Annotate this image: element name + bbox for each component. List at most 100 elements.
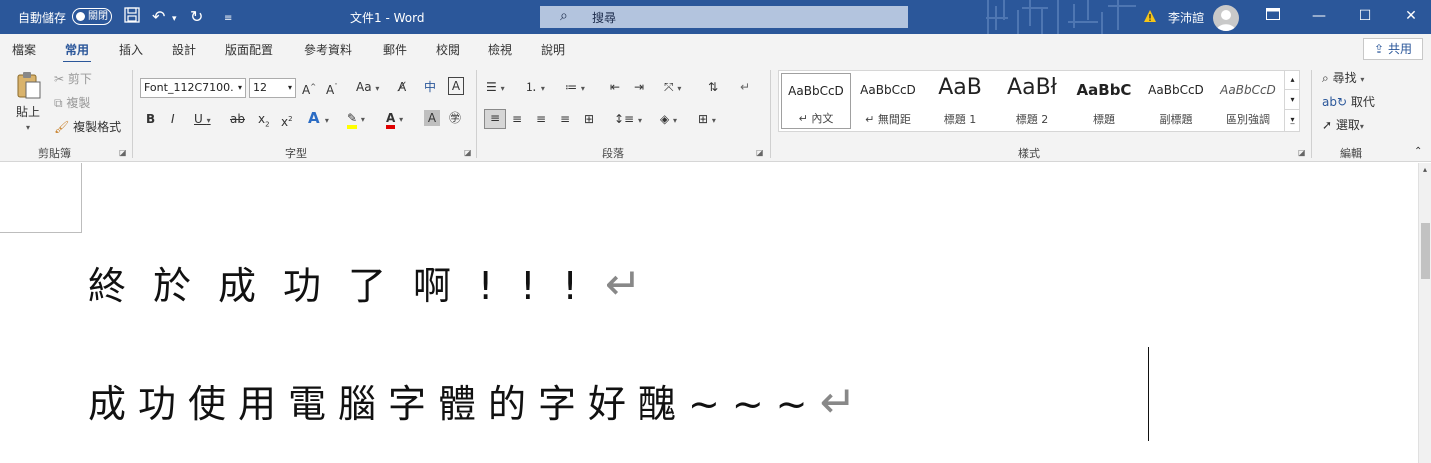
chevron-down-icon[interactable]: ▾ bbox=[1285, 90, 1300, 110]
underline-button[interactable]: U ▾ bbox=[194, 111, 211, 129]
align-left-button[interactable]: ≡ bbox=[484, 109, 506, 129]
grow-font-button[interactable]: A^ bbox=[302, 79, 316, 98]
document-title: 文件1 - Word bbox=[350, 11, 425, 25]
copy-button[interactable]: ⧉ 複製 bbox=[54, 95, 90, 111]
distributed-button[interactable]: ⊞ bbox=[584, 111, 594, 127]
paintbrush-icon: 🖌 bbox=[54, 120, 70, 134]
enclose-characters-icon[interactable]: ㊫ bbox=[449, 110, 461, 126]
style-heading-2[interactable]: AaBł 標題 2 bbox=[997, 73, 1067, 129]
cut-button[interactable]: ✂ 剪下 bbox=[54, 71, 92, 87]
avatar[interactable] bbox=[1213, 5, 1239, 31]
tab-file[interactable]: 檔案 bbox=[12, 41, 36, 58]
change-case-button[interactable]: Aa ▾ bbox=[356, 79, 379, 97]
document-canvas[interactable]: 終於成功了啊!!!↵ 成功使用電腦字體的字好醜~~~↵ bbox=[0, 163, 1418, 463]
numbering-button[interactable]: ⒈ ▾ bbox=[525, 79, 545, 97]
replace-button[interactable]: ab↻ 取代 bbox=[1322, 94, 1375, 110]
user-name[interactable]: 李沛諠 bbox=[1168, 9, 1204, 26]
sort-icon[interactable]: ⇅ bbox=[708, 79, 718, 95]
format-painter-button[interactable]: 🖌 複製格式 bbox=[54, 119, 121, 135]
borders-icon[interactable]: ⊞ ▾ bbox=[698, 111, 716, 129]
character-shading-icon[interactable]: A bbox=[424, 110, 440, 126]
warning-icon[interactable] bbox=[1143, 9, 1157, 23]
find-button[interactable]: ⌕ 尋找 ▾ bbox=[1322, 70, 1364, 88]
ribbon-display-icon[interactable] bbox=[1258, 4, 1288, 28]
shrink-font-button[interactable]: Aˇ bbox=[326, 79, 338, 98]
shading-icon[interactable]: ◈ ▾ bbox=[660, 111, 677, 129]
italic-button[interactable]: I bbox=[171, 111, 175, 127]
clipboard-launcher-icon[interactable]: ◪ bbox=[119, 148, 127, 157]
redo-icon[interactable]: ↻ bbox=[190, 7, 203, 27]
increase-indent-icon[interactable]: ⇥ bbox=[634, 79, 644, 95]
tab-help[interactable]: 說明 bbox=[541, 41, 565, 58]
style-normal[interactable]: AaBbCcD ↵ 內文 bbox=[781, 73, 851, 129]
style-sample: AaBbC bbox=[1076, 81, 1132, 99]
bold-button[interactable]: B bbox=[146, 111, 155, 127]
tab-layout[interactable]: 版面配置 bbox=[225, 41, 273, 58]
minimize-icon[interactable]: — bbox=[1304, 4, 1334, 28]
align-center-button[interactable]: ≡ bbox=[512, 111, 522, 127]
align-right-button[interactable]: ≡ bbox=[536, 111, 546, 127]
tab-review[interactable]: 校閱 bbox=[436, 41, 460, 58]
style-no-spacing[interactable]: AaBbCcD ↵ 無間距 bbox=[853, 73, 923, 129]
highlight-color-icon[interactable]: ✎ ▾ bbox=[347, 110, 365, 129]
select-button[interactable]: ➚ 選取▾ bbox=[1322, 117, 1364, 135]
more-styles-icon[interactable]: ▾̲ bbox=[1285, 110, 1300, 130]
phonetic-guide-icon[interactable]: 中 bbox=[424, 79, 436, 95]
font-size-select[interactable]: 12 ▾ bbox=[249, 78, 296, 98]
undo-dropdown-icon[interactable]: ▾ bbox=[172, 9, 177, 29]
style-name: 標題 bbox=[1093, 113, 1115, 126]
line-spacing-button[interactable]: ↕≡ ▾ bbox=[614, 111, 642, 129]
undo-icon[interactable]: ↶ bbox=[152, 7, 165, 27]
paste-button[interactable]: 貼上 ▾ bbox=[8, 70, 48, 137]
collapse-ribbon-icon[interactable]: ⌃ bbox=[1414, 144, 1422, 160]
paste-dropdown-icon[interactable]: ▾ bbox=[8, 119, 48, 137]
title-bar: 自動儲存 關閉 ↶ ▾ ↻ ≡ 文件1 - Word ⌕ 搜尋 李沛諠 — ☐ … bbox=[0, 0, 1431, 34]
bullets-button[interactable]: ☰ ▾ bbox=[486, 79, 505, 97]
tab-design[interactable]: 設計 bbox=[172, 41, 196, 58]
tab-insert[interactable]: 插入 bbox=[119, 41, 143, 58]
style-subtitle[interactable]: AaBbCcD 副標題 bbox=[1141, 73, 1211, 129]
maximize-icon[interactable]: ☐ bbox=[1350, 4, 1380, 28]
font-family-value: Font_112C7100. bbox=[144, 81, 234, 94]
editing-group-label: 編輯 bbox=[1340, 147, 1362, 160]
decrease-indent-icon[interactable]: ⇤ bbox=[610, 79, 620, 95]
tab-view[interactable]: 檢視 bbox=[488, 41, 512, 58]
document-paragraph[interactable]: 終於成功了啊!!!↵ bbox=[88, 255, 642, 310]
tab-home[interactable]: 常用 bbox=[62, 41, 92, 64]
scrollbar-thumb[interactable] bbox=[1421, 223, 1430, 279]
subscript-button[interactable]: x2 bbox=[258, 111, 270, 132]
vertical-scrollbar[interactable]: ▴ bbox=[1418, 163, 1431, 463]
font-color-icon[interactable]: A ▾ bbox=[386, 110, 403, 129]
format-painter-label: 複製格式 bbox=[73, 120, 122, 134]
clear-format-icon[interactable]: A̸ bbox=[398, 79, 406, 95]
styles-scroll[interactable]: ▴ ▾ ▾̲ bbox=[1284, 70, 1300, 132]
superscript-button[interactable]: x2 bbox=[281, 111, 293, 130]
asian-layout-icon[interactable]: ⤧ ▾ bbox=[664, 79, 681, 97]
style-heading-1[interactable]: AaB 標題 1 bbox=[925, 73, 995, 129]
scroll-up-icon[interactable]: ▴ bbox=[1419, 165, 1431, 174]
autosave-toggle[interactable]: 關閉 bbox=[72, 8, 112, 25]
show-paragraph-marks-icon[interactable]: ↵ bbox=[740, 79, 750, 95]
customize-toolbar-icon[interactable]: ≡ bbox=[224, 9, 232, 29]
save-icon[interactable] bbox=[124, 7, 140, 28]
share-button[interactable]: ⇪ 共用 bbox=[1363, 38, 1423, 60]
search-box[interactable]: ⌕ 搜尋 bbox=[540, 6, 908, 28]
group-divider bbox=[476, 70, 477, 158]
strikethrough-button[interactable]: ab bbox=[230, 111, 245, 127]
close-icon[interactable]: ✕ bbox=[1396, 4, 1426, 28]
chevron-up-icon[interactable]: ▴ bbox=[1285, 70, 1300, 90]
character-border-icon[interactable]: A bbox=[448, 77, 464, 95]
styles-launcher-icon[interactable]: ◪ bbox=[1298, 148, 1306, 157]
justify-button[interactable]: ≡ bbox=[560, 111, 570, 127]
tab-references[interactable]: 參考資料 bbox=[304, 41, 352, 58]
text-effects-icon[interactable]: A ▾ bbox=[308, 110, 329, 129]
multilevel-list-button[interactable]: ≔ ▾ bbox=[565, 79, 585, 97]
document-paragraph[interactable]: 成功使用電腦字體的字好醜~~~↵ bbox=[88, 373, 856, 428]
style-subtle-emphasis[interactable]: AaBbCcD 區別強調 bbox=[1213, 73, 1283, 129]
tab-mailings[interactable]: 郵件 bbox=[383, 41, 407, 58]
paragraph-launcher-icon[interactable]: ◪ bbox=[756, 148, 764, 157]
font-launcher-icon[interactable]: ◪ bbox=[464, 148, 472, 157]
style-title[interactable]: AaBbC 標題 bbox=[1069, 73, 1139, 129]
style-sample: AaBbCcD bbox=[860, 83, 916, 97]
font-family-select[interactable]: Font_112C7100. ▾ bbox=[140, 78, 246, 98]
